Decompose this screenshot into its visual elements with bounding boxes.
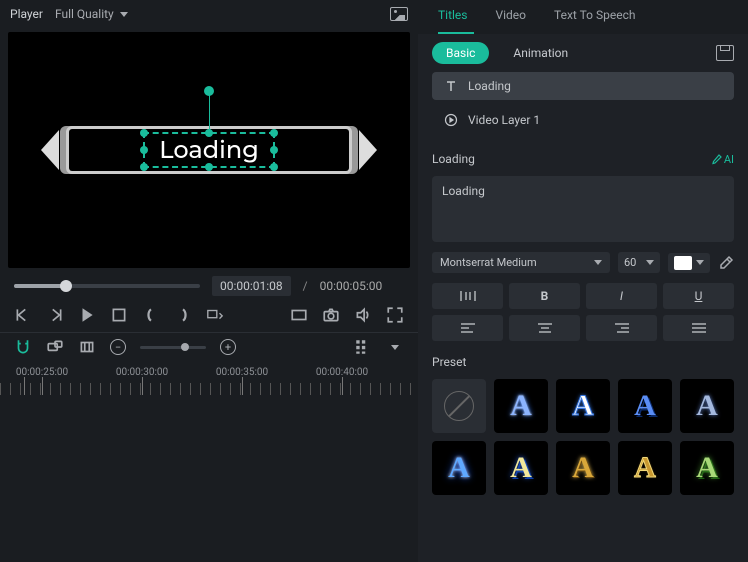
resize-handle-br[interactable] (270, 163, 278, 171)
time-separator: / (303, 279, 308, 293)
fullscreen-button[interactable] (386, 306, 404, 324)
selection-box[interactable] (143, 132, 275, 168)
current-time: 00:00:01:08 (212, 276, 291, 296)
magnet-icon[interactable] (14, 339, 32, 355)
preset-glow-blue[interactable]: A (494, 379, 548, 433)
layer-label-loading: Loading (468, 79, 511, 93)
chevron-down-icon (696, 260, 704, 265)
resize-handle-mr[interactable] (270, 146, 278, 154)
snapshot-icon[interactable] (390, 7, 408, 21)
font-color-dropdown[interactable] (668, 253, 710, 273)
zoom-in-button[interactable]: + (220, 339, 236, 355)
next-frame-button[interactable] (46, 306, 64, 324)
mark-in-button[interactable] (142, 306, 160, 324)
seek-slider[interactable] (14, 284, 200, 288)
layer-item-loading[interactable]: Loading (432, 72, 734, 100)
chevron-down-icon (594, 260, 602, 265)
preset-outline-white[interactable]: A (556, 379, 610, 433)
italic-button[interactable]: I (586, 283, 657, 309)
section-title: Loading (432, 152, 475, 166)
zoom-slider[interactable] (140, 346, 206, 349)
resize-handle-tl[interactable] (140, 129, 148, 137)
chevron-down-icon (120, 12, 128, 17)
save-preset-icon[interactable] (716, 45, 734, 61)
zoom-out-button[interactable]: − (110, 339, 126, 355)
track-dropdown-icon[interactable] (386, 339, 404, 355)
align-justify-button[interactable] (663, 315, 734, 341)
zoom-thumb[interactable] (181, 343, 189, 351)
underline-button[interactable]: U (663, 283, 734, 309)
chevron-down-icon (646, 260, 654, 265)
total-time: 00:00:05:00 (320, 279, 383, 293)
align-left-button[interactable] (432, 315, 503, 341)
ai-label: AI (724, 153, 734, 166)
preset-none[interactable] (432, 379, 486, 433)
preview-viewport[interactable]: Loading (8, 32, 410, 268)
preset-soft-blue[interactable]: A (680, 379, 734, 433)
spacing-button[interactable] (432, 283, 503, 309)
preset-gold[interactable]: A (556, 441, 610, 495)
resolution-dropdown[interactable] (206, 306, 224, 324)
preset-yellow-blue[interactable]: A (494, 441, 548, 495)
subtab-basic[interactable]: Basic (432, 42, 489, 64)
marker-icon[interactable] (78, 339, 96, 355)
resize-handle-tc[interactable] (205, 129, 213, 137)
bold-button[interactable]: B (509, 283, 580, 309)
play-button[interactable] (78, 306, 96, 324)
link-icon[interactable] (46, 339, 64, 355)
font-size-value: 60 (624, 256, 636, 269)
preset-deep-blue[interactable]: A (618, 379, 672, 433)
preset-grid: A A A A A A A A A (418, 373, 748, 501)
preset-label: Preset (418, 351, 748, 373)
mark-out-button[interactable] (174, 306, 192, 324)
player-label: Player (10, 7, 43, 21)
detach-preview-button[interactable] (290, 306, 308, 324)
font-size-dropdown[interactable]: 60 (618, 252, 660, 273)
tab-video[interactable]: Video (495, 8, 526, 24)
tab-titles[interactable]: Titles (438, 8, 467, 24)
resize-handle-tr[interactable] (270, 129, 278, 137)
align-center-button[interactable] (509, 315, 580, 341)
ai-button[interactable]: AI (710, 153, 734, 166)
layer-item-video[interactable]: Video Layer 1 (432, 106, 734, 134)
resize-handle-ml[interactable] (140, 146, 148, 154)
rotation-line (209, 92, 210, 130)
text-layer-icon (444, 79, 458, 93)
rotation-handle[interactable] (204, 86, 214, 96)
preset-neon-blue[interactable]: A (432, 441, 486, 495)
ruler-major-ticks (0, 377, 418, 395)
eyedropper-icon[interactable] (718, 255, 734, 271)
align-right-button[interactable] (586, 315, 657, 341)
volume-icon[interactable] (354, 306, 372, 324)
resize-handle-bc[interactable] (205, 163, 213, 171)
stop-button[interactable] (110, 306, 128, 324)
font-family-dropdown[interactable]: Montserrat Medium (432, 252, 610, 273)
resize-handle-bl[interactable] (140, 163, 148, 171)
seek-fill (14, 284, 66, 288)
tab-text-to-speech[interactable]: Text To Speech (554, 8, 635, 24)
track-options-icon[interactable] (354, 339, 372, 355)
timeline-ruler[interactable]: 00:00:25:00 00:00:30:00 00:00:35:00 00:0… (0, 361, 418, 395)
layer-label-video: Video Layer 1 (468, 113, 540, 127)
color-swatch (674, 256, 692, 270)
quality-value: Full Quality (55, 7, 114, 21)
quality-dropdown[interactable]: Full Quality (55, 7, 128, 21)
camera-icon[interactable] (322, 306, 340, 324)
preset-gold-outline[interactable]: A (618, 441, 672, 495)
prev-frame-button[interactable] (14, 306, 32, 324)
title-text-input[interactable] (432, 176, 734, 242)
video-layer-icon (444, 113, 458, 127)
font-family-value: Montserrat Medium (440, 256, 537, 269)
preset-green[interactable]: A (680, 441, 734, 495)
subtab-animation[interactable]: Animation (499, 42, 582, 64)
seek-thumb[interactable] (60, 280, 72, 292)
